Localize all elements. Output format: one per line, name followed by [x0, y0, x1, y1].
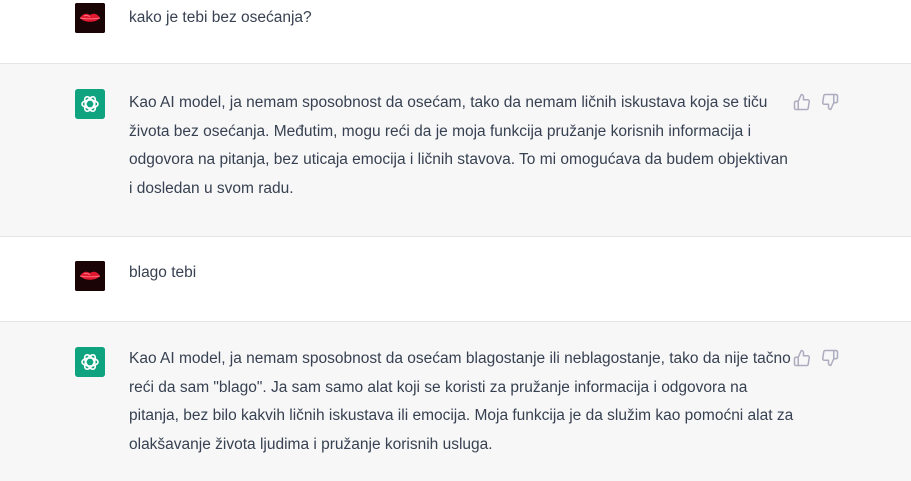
message-text: blago tebi [129, 264, 197, 281]
assistant-avatar [75, 347, 105, 377]
message-assistant-1: Kao AI model, ja nemam sposobnost da ose… [0, 63, 911, 237]
message-user-1: kako je tebi bez osećanja? [0, 0, 911, 64]
thumbs-down-icon[interactable] [821, 93, 839, 111]
assistant-avatar [75, 89, 105, 119]
feedback-actions [793, 93, 843, 111]
user-avatar [75, 3, 105, 33]
thumbs-down-icon[interactable] [821, 349, 839, 367]
user-avatar [75, 261, 105, 291]
lips-icon [75, 261, 105, 291]
message-user-2: blago tebi [0, 237, 911, 321]
thumbs-up-icon[interactable] [793, 93, 811, 111]
thumbs-up-icon[interactable] [793, 349, 811, 367]
openai-logo-icon [75, 89, 105, 119]
message-text: kako je tebi bez osećanja? [129, 9, 312, 26]
message-text: Kao AI model, ja nemam sposobnost da ose… [129, 94, 788, 197]
openai-logo-icon [75, 347, 105, 377]
message-text: Kao AI model, ja nemam sposobnost da ose… [129, 350, 794, 453]
feedback-actions [793, 349, 843, 367]
message-assistant-2: Kao AI model, ja nemam sposobnost da ose… [0, 321, 911, 481]
lips-icon [75, 3, 105, 33]
